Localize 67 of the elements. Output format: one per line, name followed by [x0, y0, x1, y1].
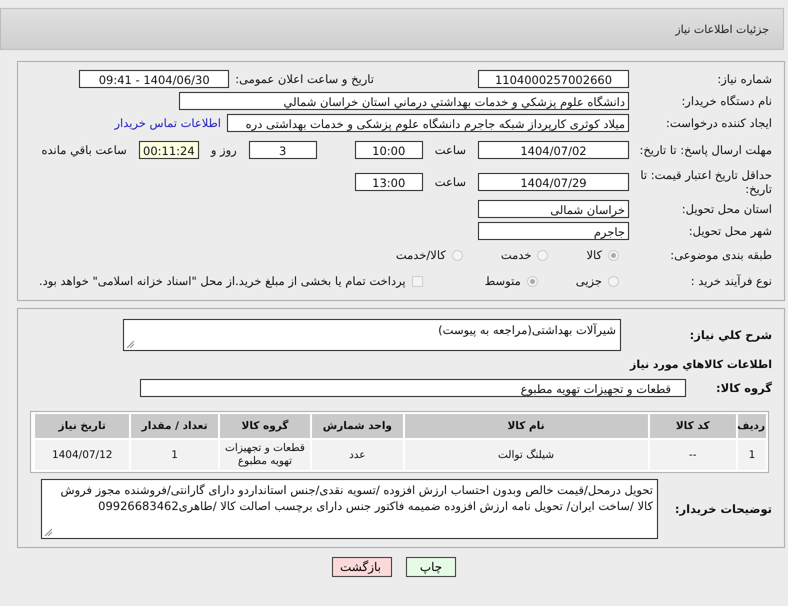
text-field[interactable]: 1404/06/30 - 09:41 — [79, 70, 230, 88]
field-label: طبقه بندی موضوعی: — [669, 248, 772, 262]
column-header: ردیف — [736, 414, 766, 439]
field-label: حداقل تاریخ اعتبار قیمت: تا تاریخ: — [639, 168, 772, 196]
column-header: گروه کالا — [218, 414, 312, 439]
time-field[interactable]: 10:00 — [354, 141, 423, 159]
radio-button[interactable] — [608, 250, 619, 260]
radio-label: جزیی — [576, 274, 602, 288]
days-field[interactable]: 3 — [248, 141, 317, 159]
field-label: نام دستگاه خریدار: — [680, 94, 772, 108]
time-label: ساعت — [434, 175, 466, 189]
field-label: تاریخ و ساعت اعلان عمومی: — [235, 72, 374, 86]
field-label: استان محل تحویل: — [680, 202, 772, 216]
table-cell: شیلنگ توالت — [404, 439, 649, 470]
field-label: مهلت ارسال پاسخ: تا تاریخ: — [638, 143, 772, 157]
text-field[interactable]: 1104000257002660 — [478, 70, 629, 88]
field-label: توضیحات خریدار: — [674, 502, 772, 516]
table-cell: 1404/07/12 — [34, 439, 130, 470]
area-text: شیرآلات بهداشتی(مراجعه به پیوست) — [438, 323, 616, 337]
back-button[interactable]: بازگشت — [332, 557, 392, 577]
page-title: جزئیات اطلاعات نیاز — [675, 22, 769, 36]
table-cell: -- — [648, 439, 737, 470]
table-cell: قطعات و تجهیزات تهویه مطبوع — [218, 439, 312, 470]
area-text: تحویل درمحل/قیمت خالص وبدون احتساب ارزش افزوده /تسویه نقدی/جنس استانداردو دارای گارانتی/فروشنده مجوز فروش کالا /ساخت ایران/ تحویل نامه ارزش افزوده ضمیمه فاکتور جنس دارای برچسب اصالت کالا /طاهری09926683462 — [60, 483, 653, 513]
radio-label: متوسط — [484, 274, 521, 288]
radio-label: كالا — [586, 248, 602, 262]
resize-grip-icon[interactable] — [126, 340, 134, 348]
text-area[interactable]: شیرآلات بهداشتی(مراجعه به پیوست) — [123, 319, 621, 351]
column-header: تاریخ نیاز — [34, 414, 130, 439]
print-button[interactable]: چاپ — [406, 557, 456, 577]
text-field[interactable]: جاجرم — [478, 222, 629, 240]
text-field[interactable]: قطعات و تجهیزات تهویه مطبوع — [140, 379, 686, 397]
checkbox-label: پرداخت تمام یا بخشی از مبلغ خرید.از محل "اسناد خزانه اسلامی" خواهد بود. — [38, 274, 406, 288]
radio-label: خدمت — [500, 248, 532, 262]
date-field[interactable]: 1404/07/29 — [478, 173, 629, 191]
table-cell: عدد — [311, 439, 404, 470]
radio-button[interactable] — [452, 250, 463, 260]
resize-grip-icon[interactable] — [44, 528, 52, 536]
checkbox[interactable] — [412, 276, 423, 286]
table-cell: 1 — [130, 439, 219, 470]
table-cell: 1 — [736, 439, 766, 470]
radio-button[interactable] — [537, 250, 548, 260]
contact-link[interactable]: اطلاعات تماس خریدار — [114, 116, 221, 130]
remaining-label: ساعت باقي مانده — [42, 143, 127, 157]
column-header: تعداد / مقدار — [130, 414, 219, 439]
time-field[interactable]: 13:00 — [354, 173, 423, 191]
radio-label: كالا/خدمت — [396, 248, 446, 262]
date-field[interactable]: 1404/07/02 — [478, 141, 629, 159]
days-label: روز و — [210, 143, 237, 157]
text-area[interactable] — [41, 479, 658, 539]
text-field[interactable]: دانشگاه علوم پزشکي و خدمات بهداشتي درماني استان خراسان شمالي — [179, 92, 629, 110]
text-field[interactable]: خراسان شمالی — [478, 200, 629, 218]
radio-button[interactable] — [608, 276, 619, 286]
column-header: کد کالا — [648, 414, 737, 439]
column-header: نام کالا — [404, 414, 649, 439]
field-label: شهر محل تحویل: — [688, 224, 772, 238]
field-label: ایجاد کننده درخواست: — [665, 116, 772, 130]
field-label: نوع فرآیند خرید : — [690, 274, 772, 288]
radio-button[interactable] — [526, 276, 538, 286]
text-field[interactable]: میلاد کوثری کارپرداز شبکه جاجرم دانشگاه علوم پزشکی و خدمات بهداشتی دره — [227, 114, 629, 132]
section-heading: اطلاعات كالاهاي مورد نياز — [630, 358, 772, 370]
field-label: شرح کلي نياز: — [688, 328, 772, 342]
time-label: ساعت — [434, 143, 466, 157]
field-label: گروه کالا: — [715, 381, 772, 395]
column-header: واحد شمارش — [311, 414, 404, 439]
countdown-field: 00:11:24 — [138, 141, 199, 159]
field-label: شماره نیاز: — [716, 72, 772, 86]
